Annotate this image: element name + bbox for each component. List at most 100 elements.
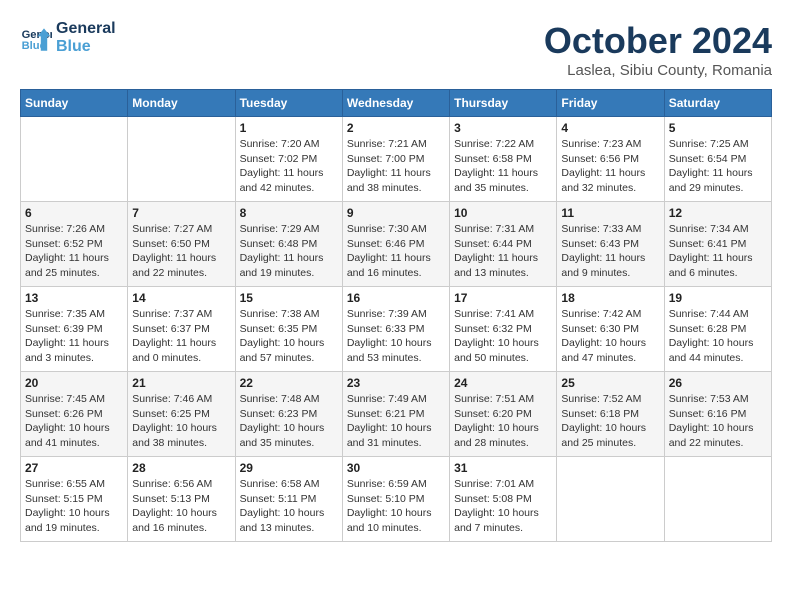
day-number: 2 (347, 121, 445, 135)
day-info: Sunrise: 6:56 AM Sunset: 5:13 PM Dayligh… (132, 477, 230, 536)
calendar-cell: 1 Sunrise: 7:20 AM Sunset: 7:02 PM Daylig… (235, 117, 342, 202)
day-number: 7 (132, 206, 230, 220)
calendar-week-2: 6 Sunrise: 7:26 AM Sunset: 6:52 PM Daylig… (21, 202, 772, 287)
calendar-cell: 24 Sunrise: 7:51 AM Sunset: 6:20 PM Dayli… (450, 372, 557, 457)
day-info: Sunrise: 7:21 AM Sunset: 7:00 PM Dayligh… (347, 137, 445, 196)
day-info: Sunrise: 7:22 AM Sunset: 6:58 PM Dayligh… (454, 137, 552, 196)
calendar-cell: 15 Sunrise: 7:38 AM Sunset: 6:35 PM Dayli… (235, 287, 342, 372)
day-number: 24 (454, 376, 552, 390)
page-header: General Blue General Blue October 2024 L… (20, 20, 772, 79)
day-info: Sunrise: 7:27 AM Sunset: 6:50 PM Dayligh… (132, 222, 230, 281)
day-number: 14 (132, 291, 230, 305)
calendar-cell (128, 117, 235, 202)
day-info: Sunrise: 7:31 AM Sunset: 6:44 PM Dayligh… (454, 222, 552, 281)
day-info: Sunrise: 7:33 AM Sunset: 6:43 PM Dayligh… (561, 222, 659, 281)
day-number: 21 (132, 376, 230, 390)
calendar-cell: 30 Sunrise: 6:59 AM Sunset: 5:10 PM Dayli… (342, 457, 449, 542)
month-title: October 2024 (544, 20, 772, 62)
day-number: 30 (347, 461, 445, 475)
calendar-cell: 17 Sunrise: 7:41 AM Sunset: 6:32 PM Dayli… (450, 287, 557, 372)
calendar-cell: 7 Sunrise: 7:27 AM Sunset: 6:50 PM Daylig… (128, 202, 235, 287)
day-number: 3 (454, 121, 552, 135)
day-number: 16 (347, 291, 445, 305)
logo: General Blue General Blue (20, 20, 116, 55)
day-info: Sunrise: 7:29 AM Sunset: 6:48 PM Dayligh… (240, 222, 338, 281)
day-info: Sunrise: 6:58 AM Sunset: 5:11 PM Dayligh… (240, 477, 338, 536)
calendar-cell: 18 Sunrise: 7:42 AM Sunset: 6:30 PM Dayli… (557, 287, 664, 372)
calendar-cell (664, 457, 771, 542)
day-number: 1 (240, 121, 338, 135)
day-info: Sunrise: 7:23 AM Sunset: 6:56 PM Dayligh… (561, 137, 659, 196)
calendar-cell: 23 Sunrise: 7:49 AM Sunset: 6:21 PM Dayli… (342, 372, 449, 457)
day-number: 11 (561, 206, 659, 220)
calendar-cell: 26Sunrise: 7:53 AM Sunset: 6:16 PM Dayli… (664, 372, 771, 457)
day-info: Sunrise: 7:41 AM Sunset: 6:32 PM Dayligh… (454, 307, 552, 366)
calendar-table: SundayMondayTuesdayWednesdayThursdayFrid… (20, 89, 772, 542)
weekday-header-sunday: Sunday (21, 90, 128, 117)
calendar-cell: 11 Sunrise: 7:33 AM Sunset: 6:43 PM Dayli… (557, 202, 664, 287)
calendar-week-1: 1 Sunrise: 7:20 AM Sunset: 7:02 PM Daylig… (21, 117, 772, 202)
calendar-week-5: 27Sunrise: 6:55 AM Sunset: 5:15 PM Dayli… (21, 457, 772, 542)
day-number: 19 (669, 291, 767, 305)
logo-icon: General Blue (20, 22, 52, 54)
calendar-cell: 16 Sunrise: 7:39 AM Sunset: 6:33 PM Dayli… (342, 287, 449, 372)
calendar-cell: 22Sunrise: 7:48 AM Sunset: 6:23 PM Dayli… (235, 372, 342, 457)
day-number: 31 (454, 461, 552, 475)
calendar-cell: 12Sunrise: 7:34 AM Sunset: 6:41 PM Dayli… (664, 202, 771, 287)
weekday-header-wednesday: Wednesday (342, 90, 449, 117)
day-info: Sunrise: 7:49 AM Sunset: 6:21 PM Dayligh… (347, 392, 445, 451)
day-number: 9 (347, 206, 445, 220)
calendar-cell: 6 Sunrise: 7:26 AM Sunset: 6:52 PM Daylig… (21, 202, 128, 287)
day-number: 12 (669, 206, 767, 220)
day-info: Sunrise: 7:26 AM Sunset: 6:52 PM Dayligh… (25, 222, 123, 281)
day-number: 8 (240, 206, 338, 220)
location: Laslea, Sibiu County, Romania (544, 62, 772, 79)
calendar-cell: 20 Sunrise: 7:45 AM Sunset: 6:26 PM Dayli… (21, 372, 128, 457)
day-info: Sunrise: 7:45 AM Sunset: 6:26 PM Dayligh… (25, 392, 123, 451)
day-number: 10 (454, 206, 552, 220)
day-number: 15 (240, 291, 338, 305)
calendar-week-4: 20 Sunrise: 7:45 AM Sunset: 6:26 PM Dayli… (21, 372, 772, 457)
weekday-header-thursday: Thursday (450, 90, 557, 117)
day-info: Sunrise: 7:20 AM Sunset: 7:02 PM Dayligh… (240, 137, 338, 196)
calendar-cell: 25 Sunrise: 7:52 AM Sunset: 6:18 PM Dayli… (557, 372, 664, 457)
day-info: Sunrise: 7:46 AM Sunset: 6:25 PM Dayligh… (132, 392, 230, 451)
calendar-cell: 28 Sunrise: 6:56 AM Sunset: 5:13 PM Dayli… (128, 457, 235, 542)
day-number: 23 (347, 376, 445, 390)
day-info: Sunrise: 7:25 AM Sunset: 6:54 PM Dayligh… (669, 137, 767, 196)
day-info: Sunrise: 7:38 AM Sunset: 6:35 PM Dayligh… (240, 307, 338, 366)
calendar-cell: 2 Sunrise: 7:21 AM Sunset: 7:00 PM Daylig… (342, 117, 449, 202)
day-number: 18 (561, 291, 659, 305)
day-info: Sunrise: 7:35 AM Sunset: 6:39 PM Dayligh… (25, 307, 123, 366)
day-info: Sunrise: 6:55 AM Sunset: 5:15 PM Dayligh… (25, 477, 123, 536)
calendar-week-3: 13 Sunrise: 7:35 AM Sunset: 6:39 PM Dayli… (21, 287, 772, 372)
day-number: 20 (25, 376, 123, 390)
weekday-header-row: SundayMondayTuesdayWednesdayThursdayFrid… (21, 90, 772, 117)
calendar-cell: 13 Sunrise: 7:35 AM Sunset: 6:39 PM Dayli… (21, 287, 128, 372)
calendar-cell: 4Sunrise: 7:23 AM Sunset: 6:56 PM Daylig… (557, 117, 664, 202)
day-number: 29 (240, 461, 338, 475)
calendar-cell (557, 457, 664, 542)
weekday-header-friday: Friday (557, 90, 664, 117)
weekday-header-saturday: Saturday (664, 90, 771, 117)
calendar-cell (21, 117, 128, 202)
day-number: 28 (132, 461, 230, 475)
day-info: Sunrise: 6:59 AM Sunset: 5:10 PM Dayligh… (347, 477, 445, 536)
calendar-cell: 8 Sunrise: 7:29 AM Sunset: 6:48 PM Daylig… (235, 202, 342, 287)
day-number: 25 (561, 376, 659, 390)
day-number: 5 (669, 121, 767, 135)
weekday-header-tuesday: Tuesday (235, 90, 342, 117)
day-info: Sunrise: 7:39 AM Sunset: 6:33 PM Dayligh… (347, 307, 445, 366)
day-info: Sunrise: 7:52 AM Sunset: 6:18 PM Dayligh… (561, 392, 659, 451)
weekday-header-monday: Monday (128, 90, 235, 117)
day-number: 13 (25, 291, 123, 305)
calendar-cell: 27Sunrise: 6:55 AM Sunset: 5:15 PM Dayli… (21, 457, 128, 542)
day-number: 6 (25, 206, 123, 220)
day-info: Sunrise: 7:37 AM Sunset: 6:37 PM Dayligh… (132, 307, 230, 366)
calendar-cell: 3 Sunrise: 7:22 AM Sunset: 6:58 PM Daylig… (450, 117, 557, 202)
day-info: Sunrise: 7:51 AM Sunset: 6:20 PM Dayligh… (454, 392, 552, 451)
day-info: Sunrise: 7:44 AM Sunset: 6:28 PM Dayligh… (669, 307, 767, 366)
day-number: 17 (454, 291, 552, 305)
day-info: Sunrise: 7:42 AM Sunset: 6:30 PM Dayligh… (561, 307, 659, 366)
title-block: October 2024 Laslea, Sibiu County, Roman… (544, 20, 772, 79)
